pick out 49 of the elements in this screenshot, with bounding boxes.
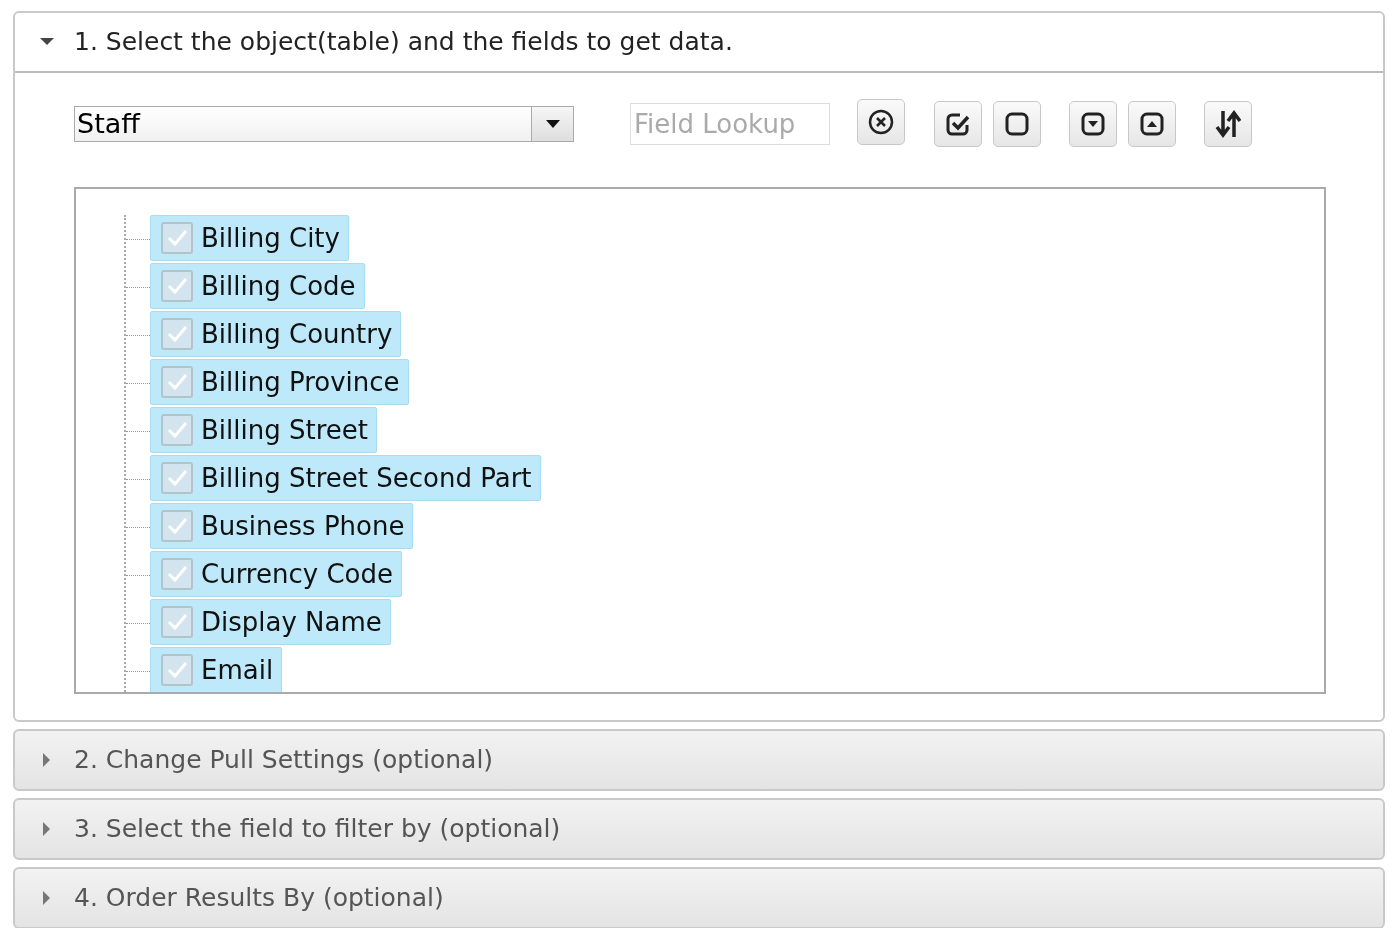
down-box-icon (1080, 111, 1106, 137)
up-box-icon (1139, 111, 1165, 137)
field-item[interactable]: Billing Street (150, 407, 377, 453)
check-icon (166, 372, 188, 392)
checkbox[interactable] (161, 510, 193, 542)
collapse-button[interactable] (1069, 101, 1117, 147)
checked-box-icon (945, 111, 971, 137)
uncheck-all-button[interactable] (993, 101, 1041, 147)
checkbox[interactable] (161, 366, 193, 398)
field-item[interactable]: Currency Code (150, 551, 402, 597)
field-item[interactable]: Billing Street Second Part (150, 455, 541, 501)
check-icon (166, 516, 188, 536)
sort-button[interactable] (1204, 101, 1252, 147)
section-header[interactable]: 4. Order Results By (optional) (15, 869, 1383, 927)
check-icon (166, 564, 188, 584)
field-item[interactable]: Display Name (150, 599, 391, 645)
expand-button[interactable] (1128, 101, 1176, 147)
checkbox[interactable] (161, 606, 193, 638)
field-item[interactable]: Billing Code (150, 263, 365, 309)
section-header[interactable]: 2. Change Pull Settings (optional) (15, 731, 1383, 789)
check-icon (166, 420, 188, 440)
section-header[interactable]: 3. Select the field to filter by (optional) (15, 800, 1383, 858)
checkbox[interactable] (161, 222, 193, 254)
section-header[interactable]: 1. Select the object(table) and the fields to get data. (15, 13, 1383, 73)
check-icon (166, 228, 188, 248)
field-item[interactable]: Billing City (150, 215, 349, 261)
field-item[interactable]: Business Phone (150, 503, 414, 549)
check-icon (166, 612, 188, 632)
field-item[interactable]: Billing Country (150, 311, 402, 357)
close-icon (868, 109, 894, 135)
checkbox[interactable] (161, 414, 193, 446)
checkbox[interactable] (161, 654, 193, 686)
field-item[interactable]: Billing Province (150, 359, 409, 405)
empty-box-icon (1004, 111, 1030, 137)
checkbox[interactable] (161, 318, 193, 350)
object-select[interactable]: Staff (74, 106, 574, 142)
clear-button[interactable] (857, 99, 905, 145)
check-icon (166, 468, 188, 488)
check-all-button[interactable] (934, 101, 982, 147)
field-item[interactable]: Email (150, 647, 283, 692)
caret-icon (545, 120, 560, 128)
check-icon (166, 324, 188, 344)
checkbox[interactable] (161, 270, 193, 302)
field-lookup-input[interactable]: Field Lookup (630, 103, 830, 145)
check-icon (166, 660, 188, 680)
sort-icon (1215, 109, 1241, 139)
check-icon (166, 276, 188, 296)
checkbox[interactable] (161, 462, 193, 494)
checkbox[interactable] (161, 558, 193, 590)
